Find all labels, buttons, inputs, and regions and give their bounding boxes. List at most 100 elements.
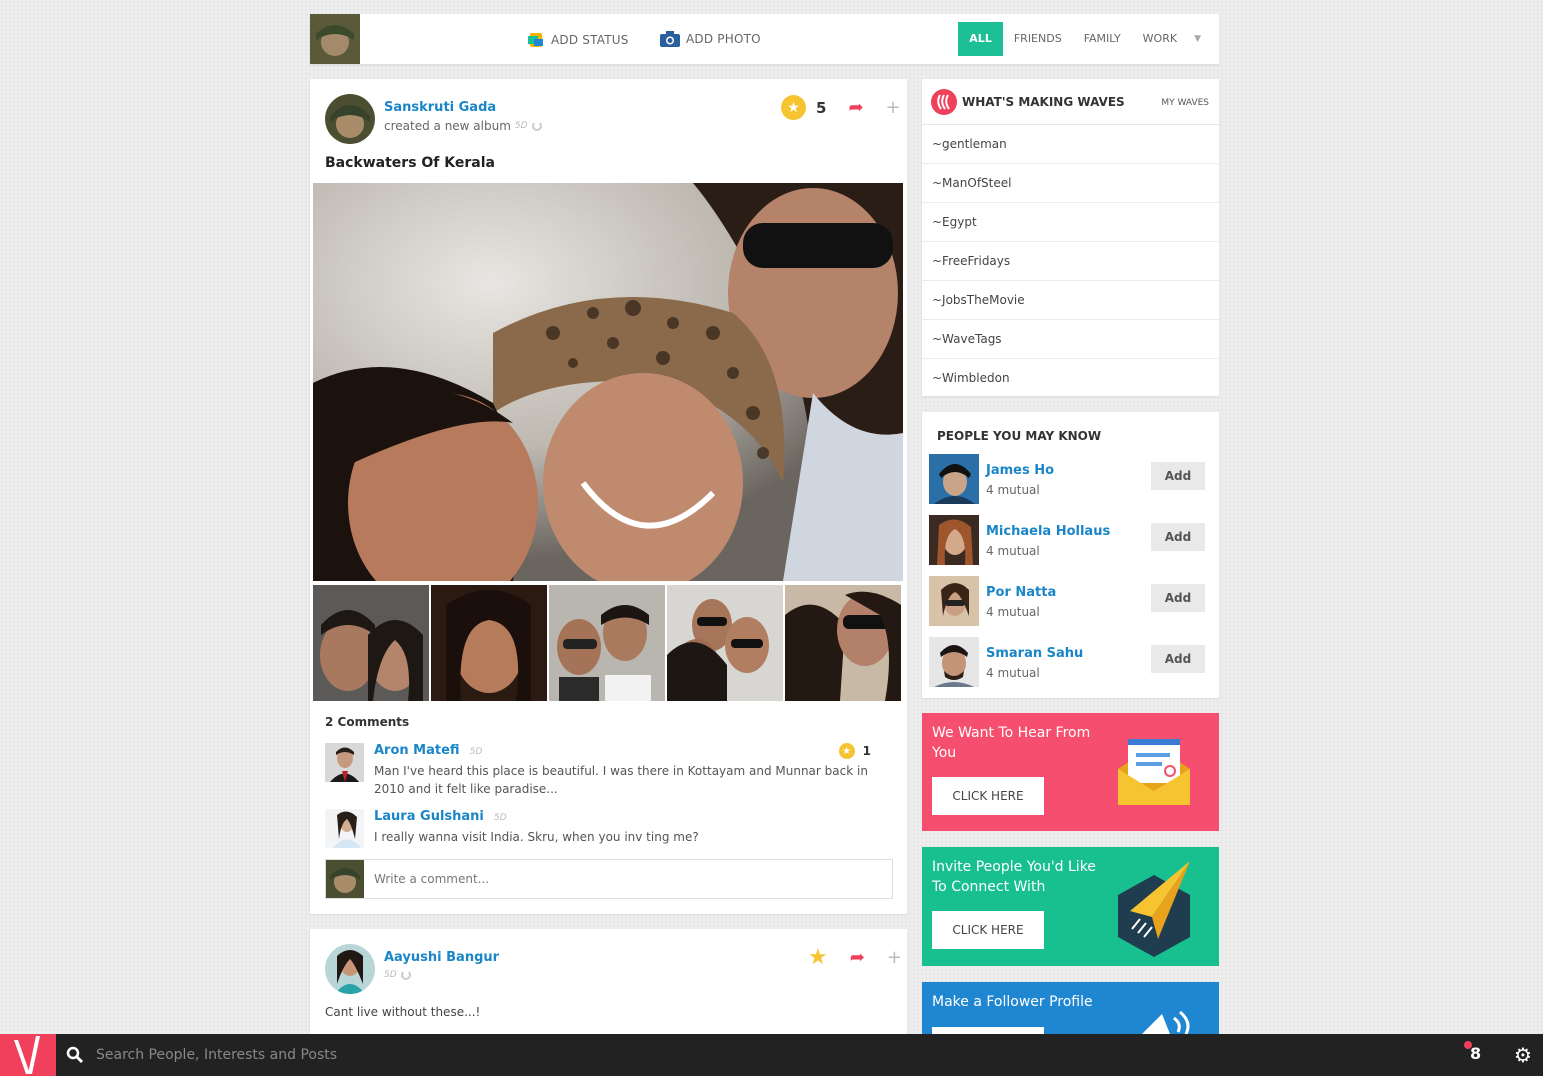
album-thumbnail[interactable]	[313, 585, 429, 701]
group-photo	[313, 183, 903, 581]
mutual-count: 4 mutual	[986, 666, 1040, 680]
gear-icon[interactable]: ⚙	[1514, 1043, 1532, 1067]
add-photo-label: ADD PHOTO	[686, 32, 761, 46]
promo-text: Make a Follower Profile	[932, 994, 1093, 1010]
add-friend-button[interactable]: Add	[1151, 584, 1205, 612]
bottom-bar: 8 ⚙	[0, 1034, 1543, 1076]
notification-dot	[1464, 1041, 1472, 1049]
comment-text: Man I've heard this place is beautiful. …	[374, 764, 868, 796]
wave-tag[interactable]: ~Egypt	[922, 203, 1219, 242]
person-name[interactable]: James Ho	[986, 463, 1054, 478]
person-avatar[interactable]	[929, 454, 979, 504]
wave-tag[interactable]: ~Wimbledon	[922, 359, 1219, 398]
comment-star: ★ 1	[838, 743, 871, 759]
feedback-promo-card: We Want To Hear From You CLICK HERE	[922, 713, 1219, 831]
comment: Aron Matefi 5D Man I've heard this place…	[325, 743, 893, 799]
feed-post: Aayushi Bangur 5D ★ ➦ + Cant live withou…	[310, 929, 907, 1039]
star-icon[interactable]: ★	[808, 945, 828, 970]
commenter-name[interactable]: Laura Gulshani	[374, 809, 484, 824]
chevron-down-icon[interactable]: ▼	[1194, 34, 1201, 44]
my-avatar[interactable]	[310, 14, 360, 64]
wave-tag[interactable]: ~JobsTheMovie	[922, 281, 1219, 320]
post-action-text: created a new album	[384, 119, 511, 133]
add-status-button[interactable]: ADD STATUS	[527, 31, 629, 49]
person-name[interactable]: Michaela Hollaus	[986, 524, 1110, 539]
app-logo[interactable]	[0, 1034, 56, 1076]
waves-card: WHAT'S MAKING WAVES MY WAVES ~gentleman …	[922, 79, 1219, 396]
share-icon[interactable]: ➦	[850, 947, 865, 968]
album-main-photo[interactable]	[313, 183, 903, 581]
commenter-avatar[interactable]	[325, 743, 364, 782]
post-subtitle: created a new album 5D	[384, 119, 542, 133]
promo-text: We Want To Hear From You	[932, 725, 1091, 761]
share-icon[interactable]: ➦	[848, 97, 863, 118]
comment-input[interactable]	[374, 868, 874, 890]
wave-tag[interactable]: ~WaveTags	[922, 320, 1219, 359]
promo-click-button[interactable]: CLICK HERE	[932, 777, 1044, 815]
tab-friends[interactable]: FRIENDS	[1003, 22, 1073, 56]
search-icon	[66, 1046, 84, 1064]
add-status-label: ADD STATUS	[551, 33, 629, 47]
person-name[interactable]: Por Natta	[986, 585, 1056, 600]
loading-icon	[400, 970, 411, 980]
album-thumbnail[interactable]	[549, 585, 665, 701]
notifications-button[interactable]: 8	[1464, 1041, 1482, 1063]
post-author-avatar[interactable]	[325, 94, 375, 144]
star-icon[interactable]: ★	[838, 743, 855, 759]
loading-icon	[531, 121, 542, 131]
post-author-avatar[interactable]	[325, 944, 375, 994]
suggested-person: Por Natta 4 mutual Add	[929, 576, 1209, 628]
plus-icon[interactable]: +	[886, 97, 901, 118]
star-icon[interactable]: ★	[781, 95, 806, 120]
person-avatar[interactable]	[929, 576, 979, 626]
album-thumbnail[interactable]	[667, 585, 783, 701]
album-title: Backwaters Of Kerala	[325, 155, 495, 171]
feed-post: Sanskruti Gada created a new album 5D ★ …	[310, 79, 907, 914]
search-input[interactable]	[96, 1044, 596, 1066]
post-subtitle: 5D	[384, 970, 411, 980]
follower-profile-promo-card: Make a Follower Profile	[922, 982, 1219, 1034]
wave-tag[interactable]: ~ManOfSteel	[922, 164, 1219, 203]
suggested-person: Smaran Sahu 4 mutual Add	[929, 637, 1209, 689]
post-actions: ★ 5 ➦ +	[781, 95, 901, 120]
commenter-name-row: Laura Gulshani 5D	[374, 809, 507, 824]
comments-count: 2 Comments	[325, 715, 410, 729]
add-friend-button[interactable]: Add	[1151, 523, 1205, 551]
add-photo-button[interactable]: ADD PHOTO	[660, 31, 761, 47]
post-text: Cant live without these...!	[325, 1005, 481, 1019]
my-waves-link[interactable]: MY WAVES	[1161, 98, 1209, 108]
promo-click-button[interactable]: CLICK HERE	[932, 911, 1044, 949]
add-status-icon	[528, 33, 543, 47]
post-author-name[interactable]: Sanskruti Gada	[384, 100, 496, 115]
notification-count: 8	[1470, 1044, 1482, 1063]
commenter-name[interactable]: Aron Matefi	[374, 743, 460, 758]
add-friend-button[interactable]: Add	[1151, 462, 1205, 490]
mutual-count: 4 mutual	[986, 605, 1040, 619]
post-author-name[interactable]: Aayushi Bangur	[384, 950, 499, 965]
wave-tag[interactable]: ~FreeFridays	[922, 242, 1219, 281]
tab-family[interactable]: FAMILY	[1073, 22, 1132, 56]
album-thumbnail[interactable]	[431, 585, 547, 701]
tab-work[interactable]: WORK	[1132, 22, 1188, 56]
plus-icon[interactable]: +	[887, 947, 902, 968]
tab-all[interactable]: ALL	[958, 22, 1003, 56]
promo-click-button[interactable]	[932, 1027, 1044, 1034]
album-thumbnails	[313, 585, 901, 701]
person-name[interactable]: Smaran Sahu	[986, 646, 1083, 661]
post-time: 5D	[514, 121, 528, 131]
waves-title: WHAT'S MAKING WAVES	[962, 95, 1125, 109]
person-avatar[interactable]	[929, 515, 979, 565]
post-time: 5D	[384, 970, 397, 980]
wave-tag[interactable]: ~gentleman	[922, 125, 1219, 164]
commenter-avatar[interactable]	[325, 809, 364, 848]
album-thumbnail[interactable]	[785, 585, 901, 701]
logo-icon	[14, 1036, 40, 1074]
star-count: 5	[816, 98, 827, 117]
add-friend-button[interactable]: Add	[1151, 645, 1205, 673]
person-avatar[interactable]	[929, 637, 979, 687]
megaphone-icon	[1142, 1010, 1190, 1034]
waves-header: WHAT'S MAKING WAVES MY WAVES	[922, 79, 1219, 125]
paper-plane-icon	[1118, 861, 1190, 957]
waves-list: ~gentleman ~ManOfSteel ~Egypt ~FreeFrida…	[922, 125, 1219, 398]
people-you-may-know-card: PEOPLE YOU MAY KNOW James Ho 4 mutual Ad…	[922, 412, 1219, 698]
